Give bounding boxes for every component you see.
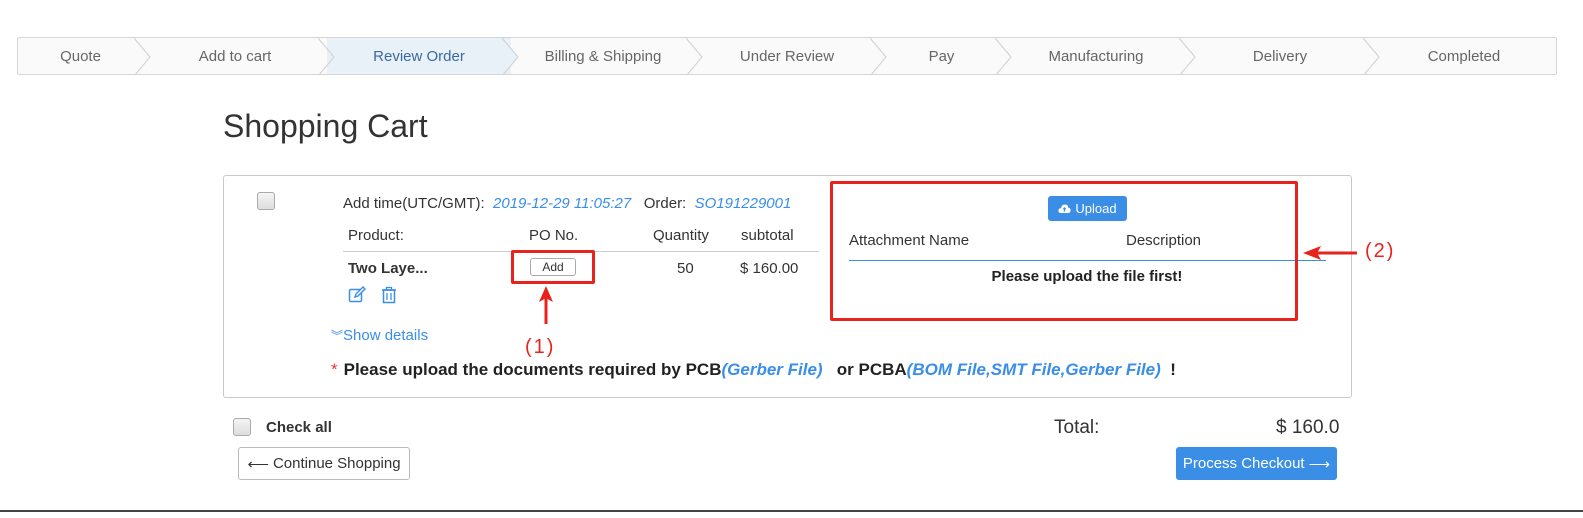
pcba-files-hint: (BOM File,SMT File,Gerber File) [906,360,1161,379]
order-label: Order: [643,195,687,212]
item-subtotal: $ 160.00 [740,260,799,277]
required-asterisk: * [331,360,338,379]
step-separator-icon [1178,38,1196,74]
annotation-arrow-left-icon [1303,246,1357,260]
column-po-no: PO No. [529,227,579,244]
step-delivery: Delivery [1188,38,1380,74]
step-separator-icon [1362,38,1380,74]
trash-icon[interactable] [380,286,398,304]
annotation-arrow-up-icon [539,286,553,324]
annotation-label-2: (2) [1365,240,1396,262]
step-manufacturing: Manufacturing [1004,38,1196,74]
notice-text-1: Please upload the documents required by … [343,360,722,379]
total-value: $ 160.0 [1276,417,1340,438]
step-label: Manufacturing [1048,47,1144,65]
column-product: Product: [348,227,404,244]
step-under-review: Under Review [695,38,887,74]
show-details-toggle[interactable]: ︾Show details [331,327,428,344]
order-number-link[interactable]: SO191229001 [695,195,792,212]
arrow-right-icon: ⟶ [1308,455,1331,473]
add-time-value: 2019-12-29 11:05:27 [493,195,632,212]
step-add-to-cart: Add to cart [143,38,335,74]
column-subtotal: subtotal [741,227,794,244]
show-details-label: Show details [343,327,429,344]
bottom-divider [0,510,1583,512]
step-separator-icon [133,38,151,74]
check-all-checkbox[interactable] [233,418,251,436]
step-label: Completed [1427,47,1501,65]
check-all-label: Check all [266,419,332,436]
product-name: Two Laye... [348,260,428,277]
step-label: Add to cart [198,47,272,65]
step-label: Billing & Shipping [544,47,662,65]
step-completed: Completed [1372,38,1556,74]
process-checkout-button[interactable]: Process Checkout ⟶ [1176,447,1337,480]
step-separator-icon [869,38,887,74]
cart-item-meta: Add time(UTC/GMT): 2019-12-29 11:05:27 O… [343,195,791,212]
continue-shopping-label: Continue Shopping [272,455,401,472]
step-pay: Pay [879,38,1012,74]
step-quote: Quote [18,38,151,74]
highlight-box-po [511,250,595,284]
total-label: Total: [1054,417,1100,438]
step-label: Review Order [373,47,465,65]
arrow-left-icon: ⟵ [247,455,269,473]
page-title: Shopping Cart [223,108,428,144]
step-billing-shipping: Billing & Shipping [511,38,703,74]
step-separator-icon [994,38,1012,74]
step-label: Pay [928,47,955,65]
process-checkout-label: Process Checkout [1182,455,1305,472]
column-quantity: Quantity [653,227,709,244]
pcb-files-hint: (Gerber File) [721,360,823,379]
continue-shopping-button[interactable]: ⟵ Continue Shopping [238,447,410,480]
step-review-order: Review Order [327,38,519,74]
item-checkbox[interactable] [257,192,275,210]
step-separator-icon [317,38,335,74]
item-quantity: 50 [677,260,694,277]
annotation-label-1: (1) [525,336,556,358]
order-progress-steps: Quote Add to cart Review Order Billing &… [17,37,1557,75]
double-chevron-down-icon: ︾ [331,329,344,343]
step-label: Under Review [739,47,835,65]
notice-text-3: ! [1170,360,1176,379]
step-label: Delivery [1252,47,1308,65]
step-label: Quote [60,47,101,65]
step-separator-icon [500,38,519,74]
add-time-label: Add time(UTC/GMT): [343,195,485,212]
highlight-box-attachments [830,181,1298,321]
notice-text-2: or PCBA [836,360,907,379]
step-separator-icon [685,38,703,74]
upload-notice: * Please upload the documents required by… [331,360,1176,380]
edit-icon[interactable] [348,286,366,304]
